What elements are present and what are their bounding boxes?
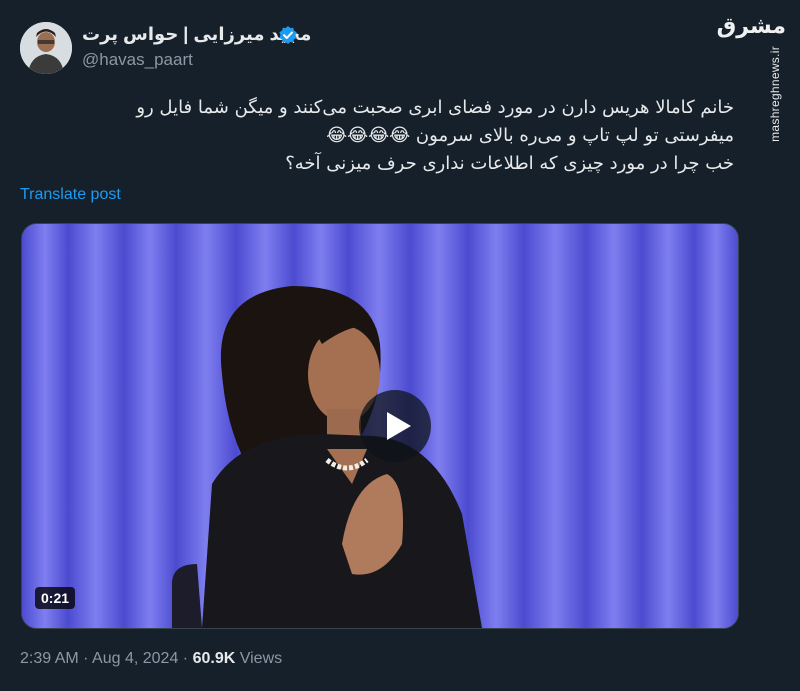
tweet-time[interactable]: 2:39 AM xyxy=(20,650,79,667)
avatar[interactable] xyxy=(20,22,72,74)
separator: · xyxy=(83,650,89,667)
tweet-metadata: 2:39 AM · Aug 4, 2024 · 60.9K Views xyxy=(20,650,282,668)
watermark-logo: مشرق xyxy=(716,14,786,39)
translate-post-link[interactable]: Translate post xyxy=(20,186,121,204)
tweet-text-line: میفرستی تو لپ تاپ و می‌ره بالای سرمون 😂😂… xyxy=(326,125,734,146)
separator: · xyxy=(182,650,189,667)
play-button[interactable] xyxy=(359,390,431,462)
tweet-text-line: خانم کامالا هریس دارن در مورد فضای ابری … xyxy=(136,97,734,118)
display-name[interactable]: مجید میرزایی | حواس پرت xyxy=(82,24,311,45)
video-duration: 0:21 xyxy=(35,587,76,609)
user-handle[interactable]: @havas_paart xyxy=(82,50,193,70)
views-count: 60.9K xyxy=(192,650,236,667)
watermark-site: mashreghnews.ir xyxy=(768,46,782,142)
verified-badge-icon xyxy=(278,25,298,45)
views-label: Views xyxy=(239,650,283,667)
tweet-date[interactable]: Aug 4, 2024 xyxy=(92,650,178,667)
tweet-text-line: خب چرا در مورد چیزی که اطلاعات نداری حرف… xyxy=(285,153,734,174)
tweet-text: خانم کامالا هریس دارن در مورد فضای ابری … xyxy=(34,94,734,178)
video-player[interactable]: 0:21 xyxy=(21,223,739,629)
play-icon xyxy=(387,412,411,440)
